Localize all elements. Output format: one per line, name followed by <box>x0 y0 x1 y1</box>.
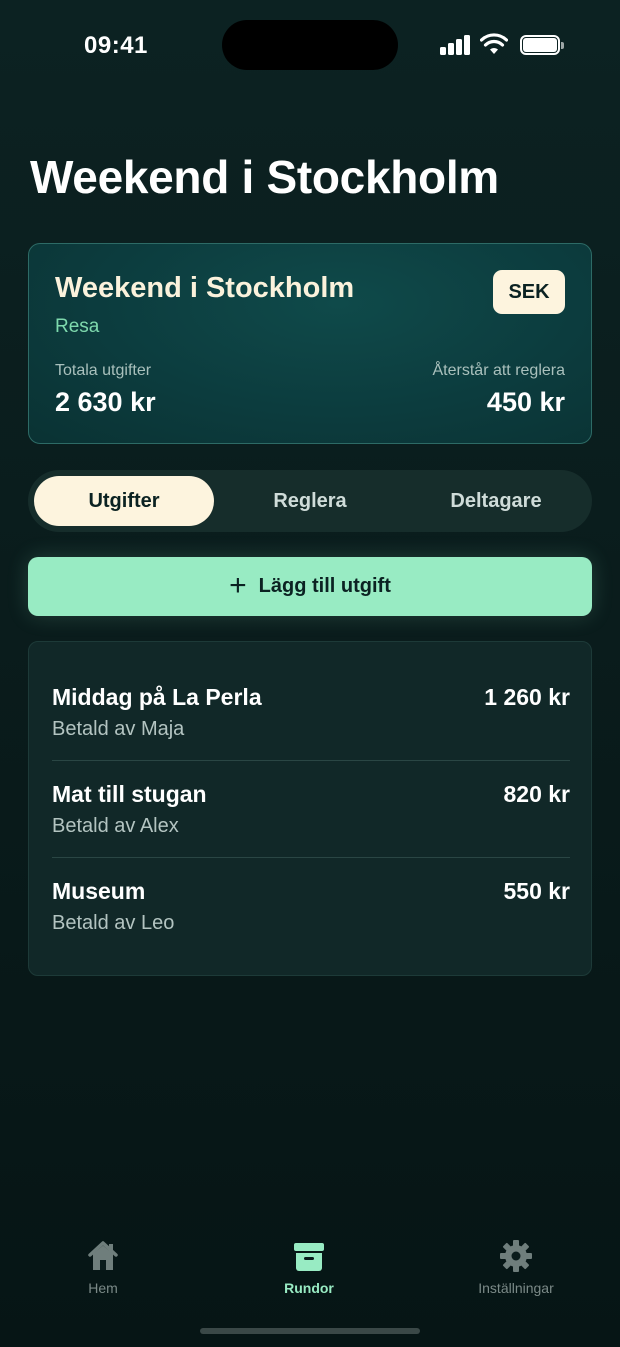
expense-paid-by: Betald av Alex <box>52 815 179 837</box>
bottom-tab-bar: Hem Rundor Inställningar <box>0 1230 620 1310</box>
remaining-value: 450 kr <box>486 387 565 417</box>
expense-row[interactable]: Museum Betald av Leo 550 kr <box>52 857 570 954</box>
total-expenses-value: 2 630 kr <box>55 387 156 417</box>
nav-item-rounds[interactable]: Rundor <box>239 1230 379 1296</box>
home-indicator[interactable] <box>200 1328 420 1334</box>
archive-box-icon <box>294 1243 324 1271</box>
expense-row[interactable]: Mat till stugan Betald av Alex 820 kr <box>52 760 570 857</box>
expense-list: Middag på La Perla Betald av Maja 1 260 … <box>28 641 592 976</box>
plus-icon: + <box>229 568 247 602</box>
home-icon <box>88 1241 118 1270</box>
wifi-icon <box>480 33 508 54</box>
expense-paid-by: Betald av Maja <box>52 718 185 740</box>
expense-paid-by: Betald av Leo <box>52 912 175 934</box>
trip-summary-card: Weekend i Stockholm Resa SEK Totala utgi… <box>28 243 592 444</box>
dynamic-island <box>222 20 398 70</box>
tab-settle[interactable]: Reglera <box>220 476 400 526</box>
nav-label: Rundor <box>284 1280 334 1296</box>
expense-amount: 550 kr <box>503 878 570 904</box>
nav-label: Inställningar <box>478 1280 554 1296</box>
tab-expenses[interactable]: Utgifter <box>34 476 214 526</box>
remaining-label: Återstår att reglera <box>432 362 566 379</box>
expense-amount: 820 kr <box>503 781 570 807</box>
expense-title: Mat till stugan <box>52 781 207 807</box>
add-expense-button[interactable]: + Lägg till utgift <box>28 557 592 616</box>
status-bar: 09:41 <box>0 0 620 90</box>
nav-item-settings[interactable]: Inställningar <box>446 1230 586 1296</box>
total-expenses-label: Totala utgifter <box>55 362 152 379</box>
status-time: 09:41 <box>84 32 148 59</box>
battery-icon <box>520 35 564 55</box>
expense-amount: 1 260 kr <box>484 684 570 710</box>
currency-badge[interactable]: SEK <box>493 270 565 314</box>
add-expense-label: Lägg till utgift <box>258 575 391 597</box>
nav-label: Hem <box>88 1280 118 1296</box>
expense-row[interactable]: Middag på La Perla Betald av Maja 1 260 … <box>52 654 570 751</box>
tab-participants[interactable]: Deltagare <box>406 476 586 526</box>
trip-name: Weekend i Stockholm <box>55 272 355 304</box>
cellular-signal-icon <box>440 35 472 55</box>
segmented-control: Utgifter Reglera Deltagare <box>28 470 592 532</box>
page-title: Weekend i Stockholm <box>30 151 499 203</box>
gear-icon <box>500 1240 532 1272</box>
trip-type: Resa <box>55 316 100 337</box>
nav-item-home[interactable]: Hem <box>33 1230 173 1296</box>
expense-title: Museum <box>52 878 146 904</box>
expense-title: Middag på La Perla <box>52 684 262 710</box>
